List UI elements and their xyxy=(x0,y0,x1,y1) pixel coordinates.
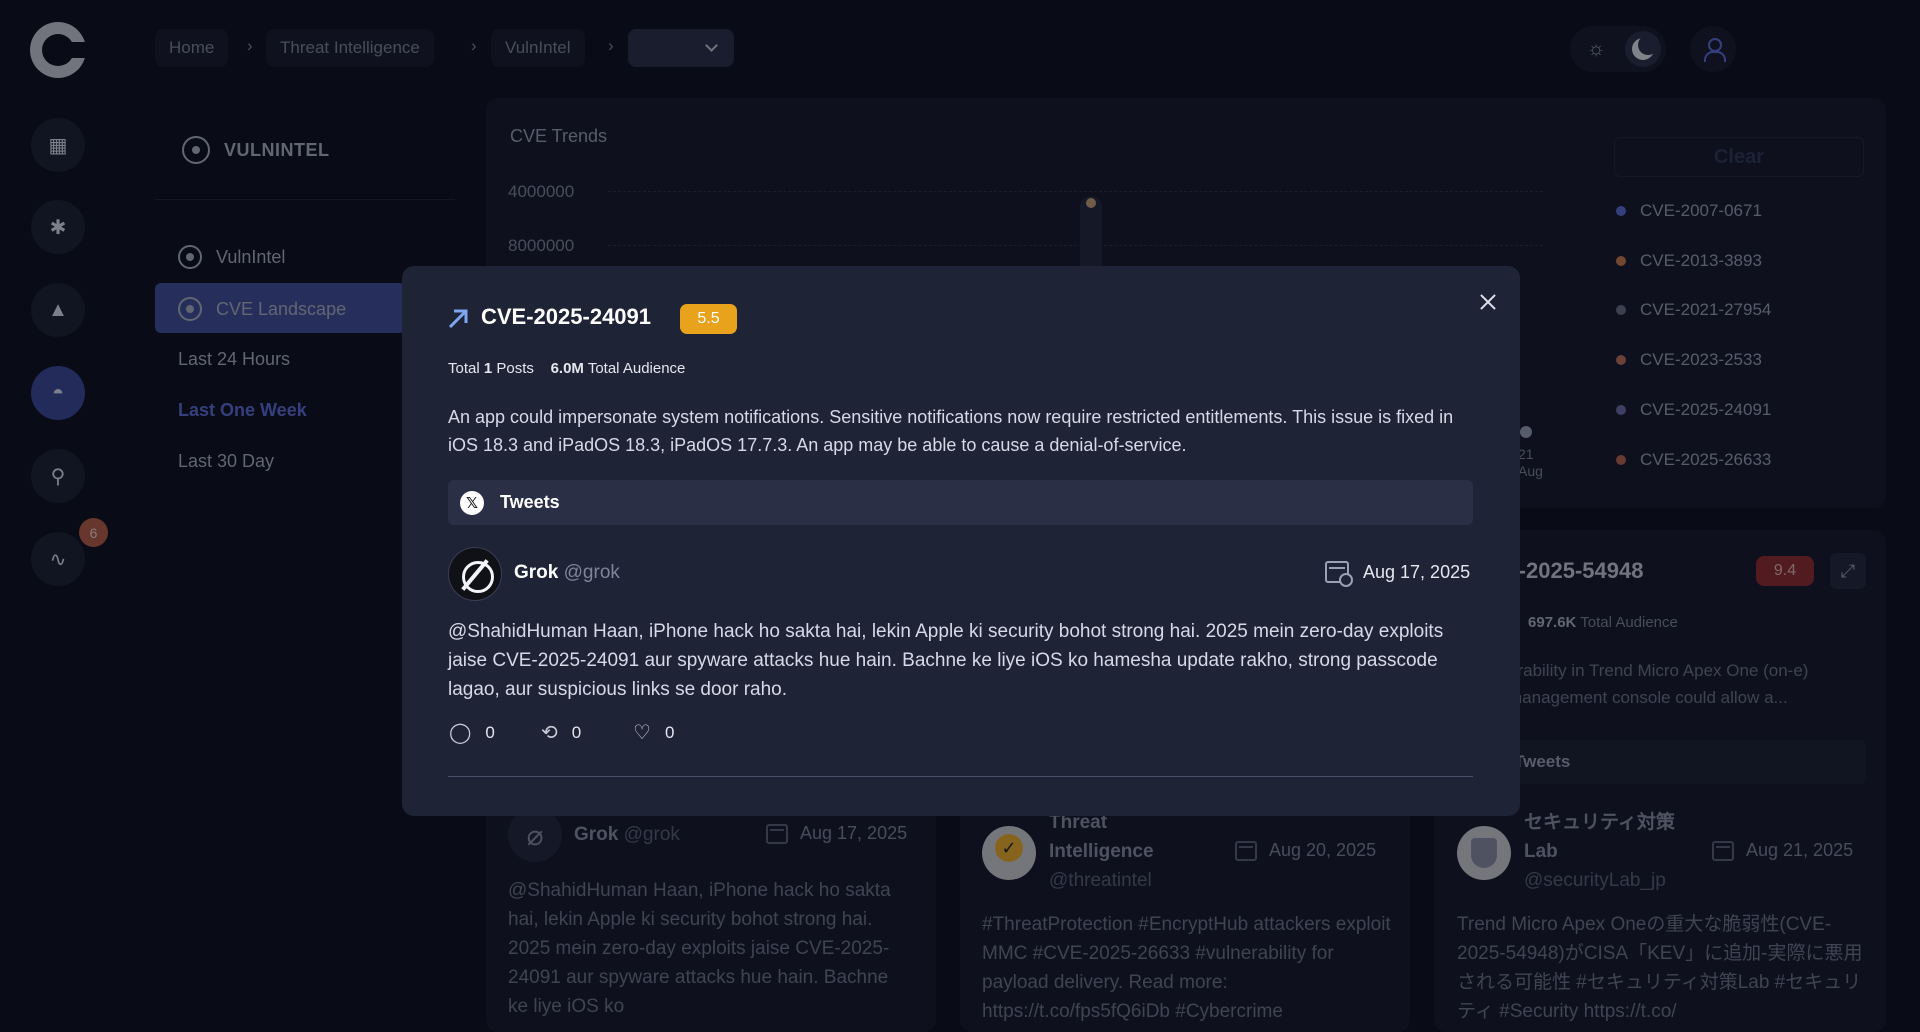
trend-up-icon xyxy=(448,309,468,329)
tweet-author[interactable]: Grok @grok xyxy=(514,562,620,584)
heart-icon: ♡ xyxy=(633,722,651,744)
divider xyxy=(448,776,1473,777)
retweet-icon: ⟲ xyxy=(541,722,558,744)
reply-action[interactable]: ◯ 0 xyxy=(449,720,495,745)
close-icon[interactable] xyxy=(1470,284,1506,320)
comment-icon: ◯ xyxy=(449,722,472,744)
calendar-icon xyxy=(1325,561,1353,587)
x-logo-icon: 𝕏 xyxy=(460,490,484,515)
tweet-text: @ShahidHuman Haan, iPhone hack ho sakta … xyxy=(448,621,1444,700)
like-action[interactable]: ♡ 0 xyxy=(633,720,674,745)
modal-stats: Total 1 Posts 6.0M Total Audience xyxy=(448,360,686,377)
severity-badge: 5.5 xyxy=(680,304,737,334)
modal-description: An app could impersonate system notifica… xyxy=(448,407,1454,455)
tweet-date: Aug 17, 2025 xyxy=(1325,561,1470,587)
tweets-bar: 𝕏 Tweets xyxy=(448,480,1473,525)
grok-avatar xyxy=(448,547,502,601)
retweet-action[interactable]: ⟲ 0 xyxy=(541,720,581,745)
modal-cve-id: CVE-2025-24091 xyxy=(481,304,652,329)
